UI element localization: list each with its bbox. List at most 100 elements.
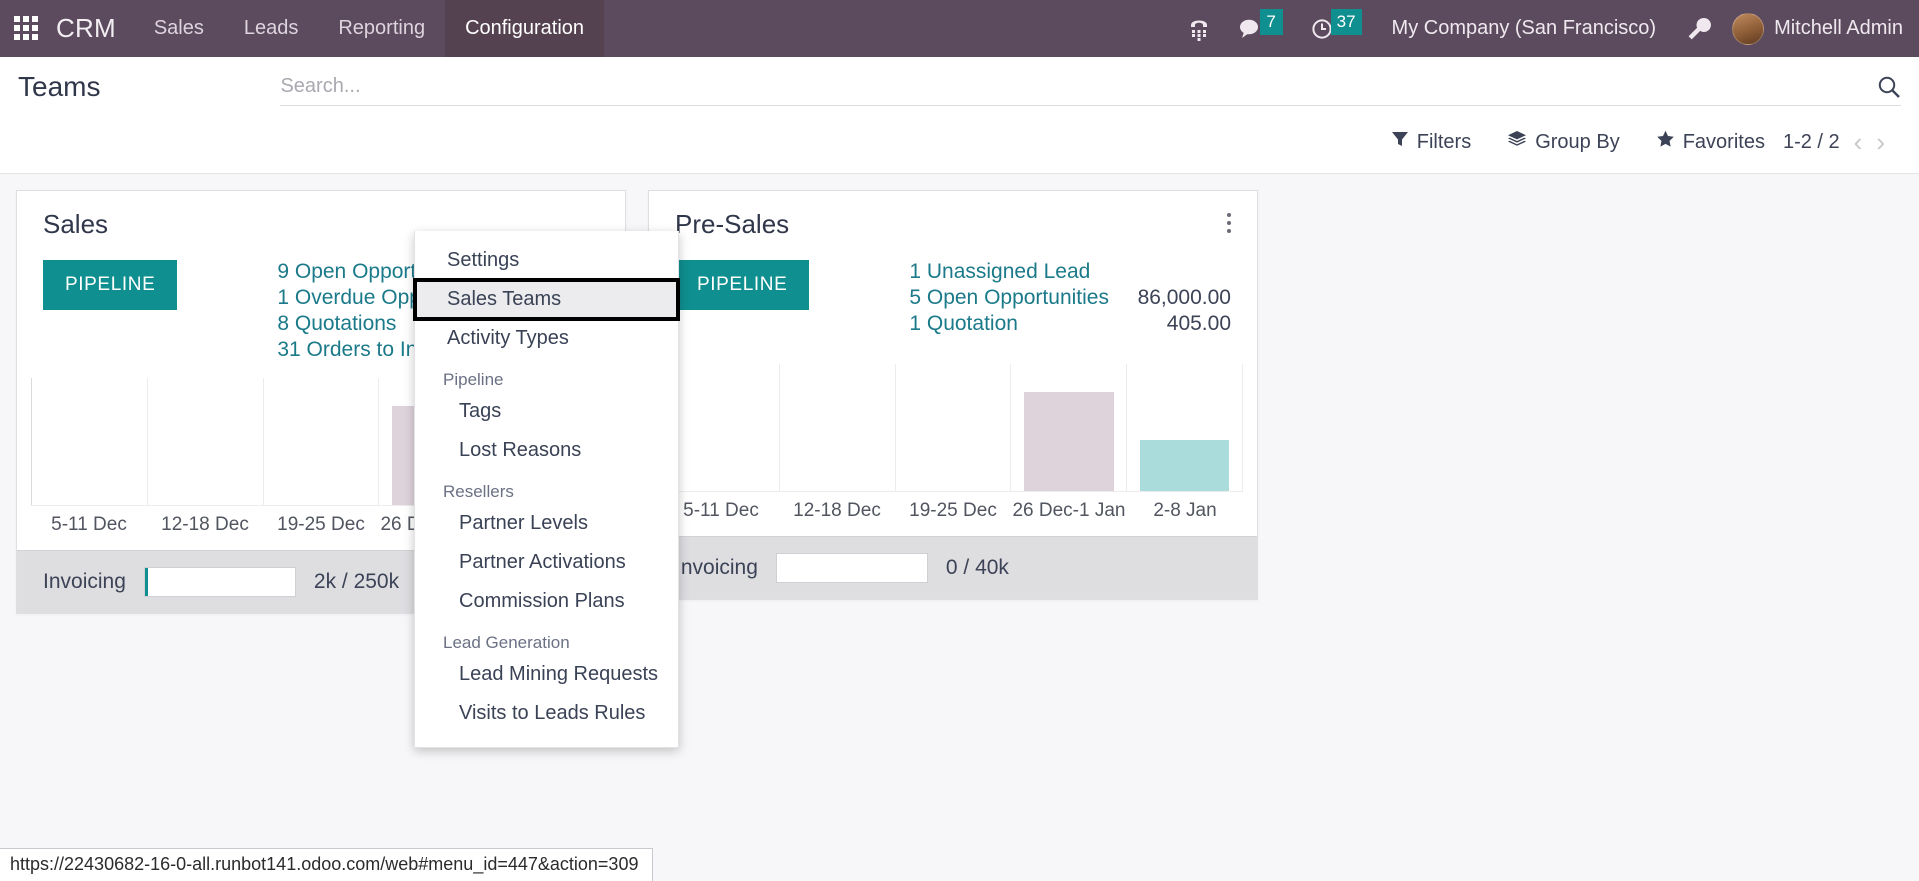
control-panel-bottom-row: Filters Group By Favorites 1-2 / 2 ‹ › (18, 117, 1901, 173)
phone-dialpad-icon[interactable] (1174, 0, 1224, 57)
stat-row: 1 Unassigned Lead (909, 260, 1231, 284)
nav-item-sales[interactable]: Sales (134, 0, 224, 57)
nav-item-leads[interactable]: Leads (224, 0, 319, 57)
menu-item-commission-plans[interactable]: Commission Plans (415, 582, 678, 621)
invoicing-label: Invoicing (43, 570, 126, 593)
stat-row: 5 Open Opportunities 86,000.00 (909, 286, 1231, 310)
chart-column (663, 364, 779, 491)
chart-x-axis: 5-11 Dec 12-18 Dec 19-25 Dec 26 Dec-1 Ja… (663, 492, 1243, 522)
menu-section-lead-generation: Lead Generation (443, 633, 570, 652)
page-title: Teams (18, 71, 101, 102)
kebab-menu-icon[interactable] (1221, 209, 1237, 237)
card-stats: 1 Unassigned Lead 5 Open Opportunities 8… (909, 260, 1231, 348)
invoicing-progress-bar[interactable] (143, 567, 296, 597)
stat-link-unassigned-lead[interactable]: 1 Unassigned Lead (909, 260, 1090, 284)
activities-badge: 37 (1330, 8, 1362, 35)
filters-button[interactable]: Filters (1373, 126, 1489, 158)
search-input[interactable] (280, 75, 1867, 98)
favorites-label: Favorites (1682, 130, 1765, 153)
status-bar-url: https://22430682-16-0-all.runbot141.odoo… (0, 848, 654, 881)
chart-column (1010, 364, 1126, 491)
x-tick: 26 Dec-1 Jan (1012, 500, 1126, 521)
chevron-right-icon[interactable]: › (1876, 129, 1885, 155)
chart-column (31, 378, 147, 505)
stat-amount: 86,000.00 (1137, 286, 1231, 309)
invoicing-value: 2k / 250k (313, 570, 400, 593)
menu-section-pipeline: Pipeline (443, 370, 504, 389)
messages-badge: 7 (1259, 8, 1283, 35)
x-tick: 19-25 Dec (909, 500, 997, 521)
menu-item-visits-to-leads-rules[interactable]: Visits to Leads Rules (415, 694, 678, 733)
invoicing-progress-fill (144, 568, 148, 596)
pager-count: 1-2 / 2 (1782, 130, 1840, 153)
stat-amount: 405.00 (1166, 312, 1231, 335)
groupby-button[interactable]: Group By (1489, 126, 1637, 158)
menu-section-resellers: Resellers (443, 482, 514, 501)
nav-item-reporting[interactable]: Reporting (318, 0, 445, 57)
pipeline-button[interactable]: PIPELINE (675, 260, 810, 310)
avatar (1732, 12, 1765, 45)
card-body: PIPELINE 1 Unassigned Lead 5 Open Opport… (649, 240, 1257, 360)
invoicing-label: Invoicing (675, 556, 758, 579)
top-navbar: CRM Sales Leads Reporting Configuration … (0, 0, 1919, 57)
configuration-dropdown-menu: Settings Sales Teams Activity Types Pipe… (413, 231, 680, 748)
nav-item-configuration[interactable]: Configuration (445, 0, 605, 57)
stat-link-open-opportunities[interactable]: 5 Open Opportunities (909, 286, 1109, 310)
favorites-button[interactable]: Favorites (1638, 126, 1783, 158)
card-header: Pre-Sales (649, 191, 1257, 240)
menu-item-activity-types[interactable]: Activity Types (415, 319, 678, 358)
invoicing-value: 0 / 40k (945, 556, 1009, 579)
menu-item-tags[interactable]: Tags (415, 392, 678, 431)
filter-icon (1391, 130, 1409, 154)
user-menu[interactable]: Mitchell Admin (1726, 12, 1903, 45)
chart-bar (1139, 440, 1230, 491)
menu-item-settings[interactable]: Settings (415, 241, 678, 280)
stat-link-quotation[interactable]: 1 Quotation (909, 312, 1018, 336)
groupby-label: Group By (1535, 130, 1620, 153)
card-title: Sales (43, 209, 109, 239)
card-footer: Invoicing 0 / 40k (649, 536, 1257, 599)
menu-item-partner-levels[interactable]: Partner Levels (415, 504, 678, 543)
control-panel: Teams Filters (0, 57, 1919, 174)
search-bar (280, 68, 1901, 106)
stat-row: 1 Quotation 405.00 (909, 312, 1231, 336)
menu-item-sales-teams[interactable]: Sales Teams (413, 278, 680, 321)
pager: 1-2 / 2 ‹ › (1783, 129, 1901, 155)
kanban-card-pre-sales[interactable]: Pre-Sales PIPELINE 1 Unassigned Lead 5 O… (648, 190, 1258, 600)
x-tick: 2-8 Jan (1153, 500, 1217, 521)
pipeline-button[interactable]: PIPELINE (43, 260, 178, 310)
chart-bar (1024, 391, 1114, 491)
chart-column (262, 378, 379, 505)
menu-item-partner-activations[interactable]: Partner Activations (415, 543, 678, 582)
chart-column (1126, 364, 1243, 491)
x-tick: 19-25 Dec (277, 514, 365, 535)
menu-item-lead-mining-requests[interactable]: Lead Mining Requests (415, 655, 678, 694)
activities-counter[interactable]: 37 (1297, 0, 1376, 57)
x-tick: 5-11 Dec (51, 514, 127, 535)
apps-grid-icon[interactable] (14, 15, 40, 42)
kanban-bar-chart (663, 364, 1243, 492)
filters-label: Filters (1416, 130, 1472, 153)
menu-item-lost-reasons[interactable]: Lost Reasons (415, 431, 678, 470)
chevron-left-icon[interactable]: ‹ (1854, 129, 1863, 155)
x-tick: 12-18 Dec (161, 514, 249, 535)
card-title: Pre-Sales (675, 209, 790, 239)
x-tick: 12-18 Dec (793, 500, 881, 521)
company-switcher[interactable]: My Company (San Francisco) (1376, 17, 1673, 40)
messages-counter[interactable]: 7 (1224, 0, 1297, 57)
control-panel-top-row: Teams (18, 57, 1901, 117)
chart-column (894, 364, 1011, 491)
chart-column (778, 364, 895, 491)
invoicing-progress-bar[interactable] (775, 553, 928, 583)
chart-column (146, 378, 263, 505)
layers-icon (1507, 130, 1527, 154)
x-tick: 5-11 Dec (683, 500, 759, 521)
stat-link-quotations[interactable]: 8 Quotations (277, 312, 396, 336)
search-icon[interactable] (1867, 75, 1901, 99)
navbar-right-group: 7 37 My Company (San Francisco) Mitchell… (1174, 0, 1919, 57)
wrench-icon[interactable] (1672, 0, 1726, 57)
user-name: Mitchell Admin (1774, 17, 1903, 39)
kanban-main-area: Sales PIPELINE 9 Open Opportunities 1 Ov… (0, 174, 1919, 881)
star-icon (1656, 130, 1675, 154)
app-brand-crm[interactable]: CRM (52, 13, 134, 44)
